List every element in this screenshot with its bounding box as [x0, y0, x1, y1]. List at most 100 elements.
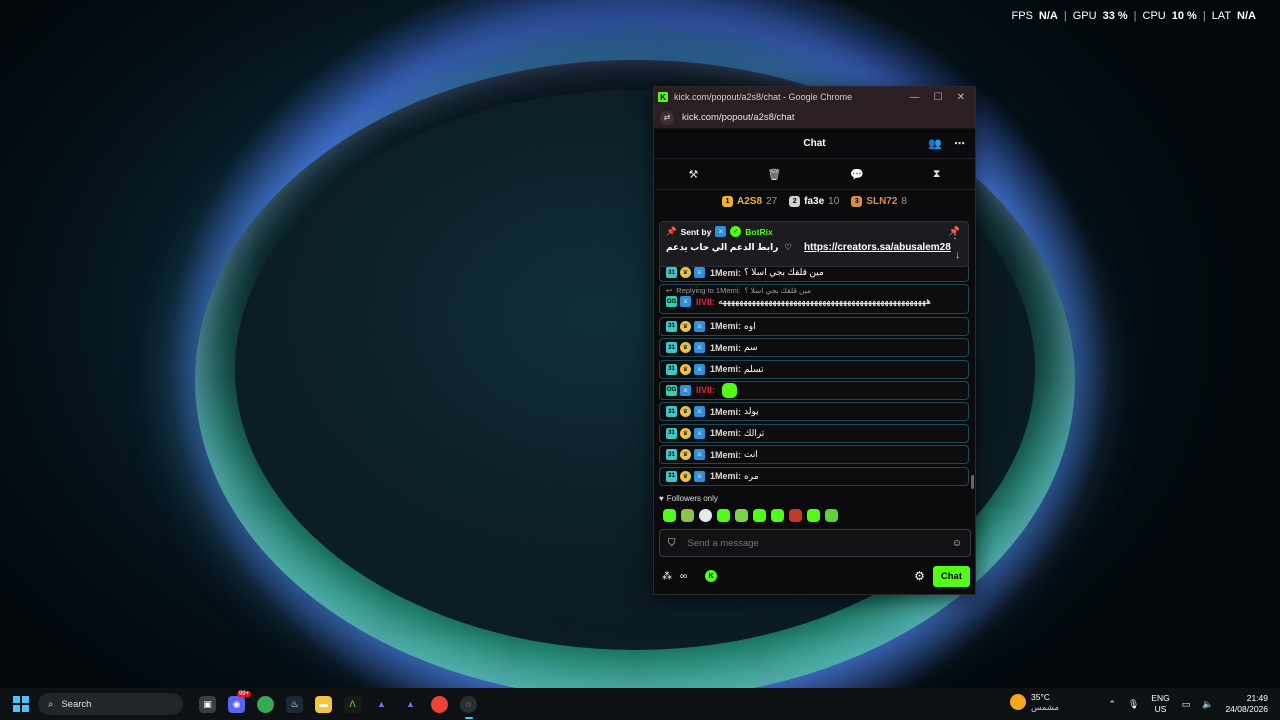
message-username[interactable]: 1Memi: — [710, 471, 741, 481]
message-username[interactable]: 1Memi: — [710, 407, 741, 417]
subscriber-badge-icon: 31 — [666, 427, 677, 439]
moderator-badge-icon: ⚔ — [694, 449, 705, 461]
emote-icon[interactable] — [825, 509, 838, 522]
app-icon[interactable]: ▲ — [402, 696, 419, 713]
message-username[interactable]: 1Memi: — [710, 268, 741, 278]
heart-outline-icon: ♡ — [784, 242, 793, 252]
emote-icon[interactable] — [681, 509, 694, 522]
og-badge-icon: OG — [666, 296, 677, 308]
emote-icon[interactable] — [807, 509, 820, 522]
chat-message[interactable]: 31 ♛ ⚔ 1Memi: مره — [659, 466, 969, 486]
subscriber-badge-icon: 31 — [666, 470, 677, 482]
address-bar[interactable]: ⇄ kick.com/popout/a2s8/chat — [654, 107, 975, 129]
emote-icon[interactable] — [789, 509, 802, 522]
emote-icon[interactable] — [699, 509, 712, 522]
chrome-icon[interactable] — [257, 695, 274, 713]
file-explorer-icon[interactable]: ▬ — [315, 695, 332, 713]
emote-icon[interactable] — [735, 509, 748, 522]
task-view-icon[interactable]: ▣ — [199, 695, 216, 713]
settings-gear-icon[interactable]: ⚙ — [914, 569, 925, 583]
moderator-badge-icon: ⚔ — [694, 267, 705, 278]
chat-message[interactable]: 31 ♛ ⚔ 1Memi: انت — [659, 445, 969, 465]
active-app-icon[interactable]: ◌ — [460, 695, 477, 719]
pinned-message[interactable]: 📌 Sent by ⚔ ✓ BotRix رابط الدعم الي حاب … — [659, 221, 969, 267]
pinned-link[interactable]: https://creators.sa/abusalem28 — [804, 242, 951, 253]
leaderboard-entry[interactable]: 1 A2S8 27 — [722, 195, 777, 207]
chat-reply-message[interactable]: ↩ Replying to 1Memi: مين قلقك بجي اسلا ؟… — [659, 284, 969, 315]
pinned-expand-icon[interactable]: ↓ — [955, 250, 960, 261]
kick-emote-icon[interactable] — [722, 382, 738, 398]
weather-widget[interactable]: 35°C مشمس — [1010, 692, 1059, 712]
message-input[interactable] — [687, 537, 952, 549]
rank-badge: 2 — [789, 195, 801, 207]
window-titlebar[interactable]: K kick.com/popout/a2s8/chat - Google Chr… — [654, 87, 975, 107]
vip-badge-icon: ♛ — [680, 449, 691, 461]
message-text: انت — [744, 449, 758, 460]
emoji-picker-icon[interactable]: ☺ — [952, 538, 962, 549]
vip-badge-icon: ♛ — [680, 470, 691, 482]
date: 24/08/2026 — [1225, 704, 1268, 714]
reply-line: OG ⚔ IIVII: هههههههههههههههههههههههههههه… — [666, 296, 962, 308]
close-button[interactable]: ✕ — [957, 92, 965, 103]
message-icon[interactable]: 💬 — [850, 168, 864, 181]
pinned-more-icon[interactable]: ⋮ — [950, 230, 960, 241]
emote-icon[interactable] — [717, 509, 730, 522]
chat-message[interactable]: 31 ♛ ⚔ 1Memi: تسلم — [659, 359, 969, 379]
minimize-button[interactable]: — — [910, 92, 920, 103]
chat-footer: ⁂ ∞ K ⚙ Chat — [662, 565, 970, 587]
gavel-icon[interactable]: ⚒ — [688, 168, 698, 181]
app-icon[interactable]: Λ — [344, 695, 361, 713]
message-username[interactable]: 1Memi: — [710, 450, 741, 460]
hourglass-icon[interactable]: ⧗ — [933, 168, 941, 181]
message-username[interactable]: 1Memi: — [710, 321, 741, 331]
send-chat-button[interactable]: Chat — [932, 565, 970, 587]
emote-icon[interactable] — [753, 509, 766, 522]
vip-badge-icon: ♛ — [680, 406, 691, 418]
followers-only-notice: ♥ Followers only — [659, 494, 718, 503]
leaderboard-entry[interactable]: 3 SLN72 8 — [851, 195, 907, 207]
emote-icon[interactable] — [771, 509, 784, 522]
network-icon[interactable]: ▭ — [1182, 699, 1191, 710]
language-indicator[interactable]: ENG US — [1151, 693, 1169, 715]
chat-message[interactable]: OG ⚔ IIVII: — [659, 380, 969, 400]
taskbar-search[interactable]: ⌕ Search — [38, 693, 183, 715]
chat-message[interactable]: 31 ♛ ⚔ 1Memi: اوه — [659, 316, 969, 336]
gift-leaderboard: 1 A2S8 27 2 fa3e 10 3 SLN72 8 — [654, 190, 975, 212]
weather-desc: مشمس — [1031, 702, 1059, 712]
message-username[interactable]: 1Memi: — [710, 343, 741, 353]
site-settings-icon[interactable]: ⇄ — [660, 110, 674, 125]
clock[interactable]: 21:49 24/08/2026 — [1225, 693, 1268, 715]
scrollbar-thumb[interactable] — [971, 475, 974, 489]
leaderboard-entry[interactable]: 2 fa3e 10 — [789, 195, 839, 207]
reply-context[interactable]: ↩ Replying to 1Memi: مين قلقك بجي اسلا ؟ — [666, 286, 962, 295]
chat-message[interactable]: 31 ♛ ⚔ 1Memi: سم — [659, 338, 969, 358]
url-text: kick.com/popout/a2s8/chat — [682, 112, 795, 123]
steam-icon[interactable]: ♨ — [286, 695, 303, 713]
subscriber-badge-icon: 31 — [666, 320, 677, 332]
message-username[interactable]: 1Memi: — [710, 428, 741, 438]
message-username[interactable]: 1Memi: — [710, 364, 741, 374]
chrome-icon[interactable] — [431, 695, 448, 713]
discord-icon[interactable]: ◉ 99+ — [228, 690, 251, 713]
microphone-icon[interactable]: 🎙 — [1128, 699, 1139, 710]
bot-name[interactable]: BotRix — [745, 227, 772, 237]
volume-icon[interactable]: 🔈 — [1202, 699, 1213, 710]
pin-icon: 📌 — [666, 226, 677, 236]
points-icon[interactable]: ⁂ — [662, 571, 672, 582]
start-button-icon[interactable] — [13, 696, 29, 712]
chat-message-list[interactable]: 31 ♛ ⚔ 1Memi: مين قلقك بجي اسلا ؟ ↩ Repl… — [659, 263, 969, 488]
kick-points-icon[interactable]: K — [705, 570, 718, 582]
maximize-button[interactable]: ☐ — [934, 92, 943, 103]
chat-message[interactable]: 31 ♛ ⚔ 1Memi: ترالك — [659, 423, 969, 443]
more-options-icon[interactable]: ⋯ — [954, 137, 965, 150]
trash-icon[interactable]: 🗑 — [767, 168, 781, 181]
chevron-up-icon[interactable]: ⌃ — [1108, 699, 1116, 710]
message-username[interactable]: IIVII: — [696, 385, 715, 395]
moderator-badge-icon: ⚔ — [694, 320, 705, 332]
emote-icon[interactable] — [663, 509, 676, 522]
chat-message[interactable]: 31 ♛ ⚔ 1Memi: يولد — [659, 402, 969, 422]
app-icon[interactable]: ▲ — [373, 696, 390, 713]
subscriber-badge-icon: 31 — [666, 267, 677, 278]
user-settings-icon[interactable]: 👥 — [928, 137, 942, 150]
message-username[interactable]: IIVII: — [696, 297, 715, 307]
